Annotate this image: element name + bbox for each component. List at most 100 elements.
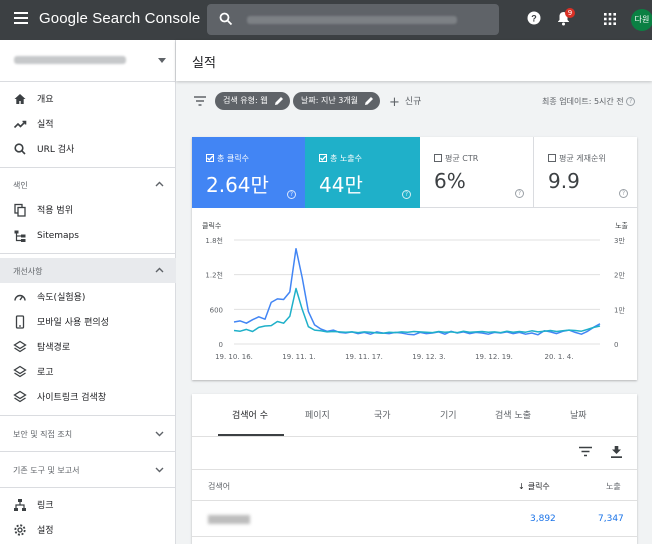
metric-average-position[interactable]: 평균 게재순위 9.9 ? [534, 137, 637, 208]
series-line-impressions [233, 287, 601, 335]
sidebar-item-label: 속도(실험용) [37, 293, 86, 303]
table-row[interactable]: 3,892 7,347 [192, 501, 637, 537]
speed-icon [14, 294, 26, 301]
apps-grid-icon[interactable] [604, 13, 616, 25]
home-icon [14, 93, 26, 104]
right-axis-label: 노출 [615, 221, 628, 230]
sidebar-item-coverage[interactable]: 적용 범위 [0, 197, 176, 222]
edit-icon [274, 97, 283, 105]
sidebar-item-url-inspection[interactable]: URL 검사 [0, 136, 176, 161]
menu-icon[interactable] [14, 12, 28, 26]
chip-label: 날짜: 지난 3개월 [301, 96, 359, 105]
section-index[interactable]: 색인 [0, 172, 176, 197]
left-tick-label: 1.2천 [205, 271, 223, 280]
section-security[interactable]: 보안 및 직접 조치 [0, 421, 176, 446]
page-header: 실적 [176, 40, 652, 81]
row-impressions: 7,347 [598, 514, 624, 524]
sidebar-item-label: 링크 [37, 501, 54, 511]
tab-dates[interactable]: 날짜 [570, 408, 587, 421]
metric-value: 44만 [319, 173, 363, 197]
sidebar-item-breadcrumbs[interactable]: 탐색경로 [0, 334, 176, 359]
checkbox-unchecked-icon[interactable] [434, 154, 442, 162]
sidebar-item-settings[interactable]: 설정 [0, 517, 176, 542]
sidebar-item-logo[interactable]: 로고 [0, 359, 176, 384]
x-tick-label: 20. 1. 4. [545, 353, 574, 361]
notification-badge: 9 [565, 8, 575, 18]
sidebar-item-mobile-usability[interactable]: 모바일 사용 편의성 [0, 309, 176, 334]
section-label: 개선사항 [13, 267, 43, 276]
column-header-clicks[interactable]: ↓ 클릭수 [518, 481, 550, 492]
layers-icon [13, 340, 27, 352]
sidebar: 개요 실적 URL 검사 색인 적용 범위 Sitemaps 개선사항 속도(실… [0, 40, 176, 544]
queries-table-card: 검색어 수 페이지 국가 기기 검색 노출 날짜 검색어 ↓ 클릭수 노출 3,8… [192, 394, 637, 544]
column-header-query[interactable]: 검색어 [208, 481, 230, 492]
tab-devices[interactable]: 기기 [440, 408, 457, 421]
new-filter-button[interactable]: + 신규 [389, 94, 421, 110]
section-legacy-tools[interactable]: 기존 도구 및 보고서 [0, 457, 176, 482]
section-enhancements[interactable]: 개선사항 [0, 258, 176, 283]
help-icon[interactable]: ? [527, 11, 541, 25]
sitemap-icon [14, 230, 26, 242]
x-tick-label: 19. 11. 17. [345, 353, 383, 361]
help-icon[interactable]: ? [287, 190, 296, 199]
checkbox-checked-icon[interactable] [206, 154, 214, 162]
column-header-impressions[interactable]: 노출 [606, 481, 621, 492]
sidebar-item-links[interactable]: 링크 [0, 492, 176, 517]
sidebar-item-speed[interactable]: 속도(실험용) [0, 284, 176, 309]
tab-pages[interactable]: 페이지 [305, 408, 330, 421]
search-input[interactable] [207, 4, 499, 35]
app-header: Google Search Console ? 9 다원 [0, 0, 652, 40]
metric-average-ctr[interactable]: 평균 CTR 6% ? [420, 137, 534, 208]
help-icon[interactable]: ? [626, 97, 636, 106]
series-line-clicks [233, 247, 601, 336]
filter-icon[interactable] [579, 446, 592, 457]
sidebar-item-overview[interactable]: 개요 [0, 86, 176, 111]
arrow-down-icon: ↓ [518, 482, 525, 491]
metric-label: 평균 게재순위 [548, 153, 606, 164]
help-icon[interactable]: ? [402, 190, 411, 199]
section-label: 보안 및 직접 조치 [13, 430, 73, 439]
tab-queries[interactable]: 검색어 수 [232, 408, 268, 421]
property-selector[interactable] [0, 40, 176, 82]
sidebar-item-label: 탐색경로 [37, 343, 71, 353]
sidebar-divider [0, 487, 176, 488]
checkbox-unchecked-icon[interactable] [548, 154, 556, 162]
column-header-clicks-label: 클릭수 [527, 482, 550, 491]
date-filter-chip[interactable]: 날짜: 지난 3개월 [293, 92, 381, 110]
row-clicks: 3,892 [530, 514, 556, 524]
metric-label: 평균 CTR [434, 153, 478, 164]
sidebar-item-sitemaps[interactable]: Sitemaps [0, 223, 176, 248]
filter-icon[interactable] [194, 96, 206, 106]
chevron-up-icon [155, 267, 164, 273]
links-icon [14, 498, 26, 511]
query-redacted [208, 515, 250, 524]
metric-total-clicks[interactable]: 총 클릭수 2.64만 ? [192, 137, 305, 208]
edit-icon [365, 97, 374, 105]
gear-icon [14, 523, 26, 536]
mobile-icon [15, 314, 25, 329]
metric-label: 총 노출수 [319, 153, 362, 164]
section-label: 기존 도구 및 보고서 [13, 466, 80, 475]
tab-countries[interactable]: 국가 [374, 408, 391, 421]
sidebar-item-label: Sitemaps [37, 230, 79, 241]
download-icon[interactable] [611, 446, 622, 458]
app-logo[interactable]: Google Search Console [39, 10, 200, 27]
sidebar-item-sitelinks-searchbox[interactable]: 사이트링크 검색창 [0, 384, 176, 409]
sidebar-divider [0, 253, 176, 254]
metric-value: 2.64만 [206, 173, 269, 197]
svg-text:?: ? [531, 14, 537, 24]
chevron-down-icon [155, 431, 164, 437]
help-icon[interactable]: ? [515, 189, 524, 198]
sidebar-divider [0, 451, 176, 452]
avatar[interactable]: 다원 [631, 9, 652, 31]
layers-icon [13, 365, 27, 377]
sidebar-item-performance[interactable]: 실적 [0, 111, 176, 136]
checkbox-checked-icon[interactable] [319, 154, 327, 162]
metric-total-impressions[interactable]: 총 노출수 44만 ? [305, 137, 420, 208]
search-type-filter-chip[interactable]: 검색 유형: 웹 [215, 92, 290, 110]
help-icon[interactable]: ? [619, 189, 628, 198]
tab-search-appearance[interactable]: 검색 노출 [495, 408, 531, 421]
sidebar-item-label: 사이트링크 검색창 [37, 393, 107, 403]
search-value-redacted [247, 16, 457, 24]
performance-chart[interactable]: 클릭수 노출 1.8천 3만 1.2천 2만 600 1만 0 0 19. 10. 16. 19. 1… [192, 208, 637, 380]
